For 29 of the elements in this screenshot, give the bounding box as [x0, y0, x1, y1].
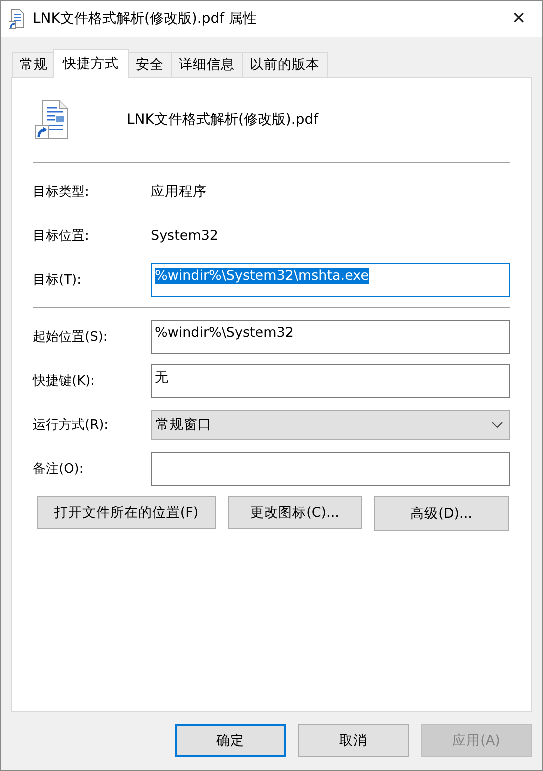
chevron-down-icon: [492, 422, 503, 428]
target-field[interactable]: %windir%\System32\mshta.exe: [151, 263, 510, 297]
document-shortcut-icon: [35, 100, 69, 140]
dialog-button[interactable]: 取消: [298, 724, 409, 757]
field-label: 快捷键(K):: [33, 373, 96, 390]
field-label: 备注(O):: [33, 461, 85, 478]
field-value: %windir%\System32\mshta.exe: [155, 268, 370, 284]
field-label: 运行方式(R):: [33, 417, 110, 434]
action-button[interactable]: 更改图标(C)...: [228, 496, 362, 529]
property-label: 目标类型:: [33, 184, 90, 201]
dropdown[interactable]: 常规窗口: [151, 410, 510, 440]
action-button[interactable]: 打开文件所在的位置(F): [37, 496, 216, 529]
document-shortcut-icon: [9, 9, 25, 29]
field-label: 起始位置(S):: [33, 329, 109, 346]
field-label: 目标(T):: [33, 272, 82, 289]
property-value: 应用程序: [151, 183, 207, 201]
tab[interactable]: 以前的版本: [242, 52, 328, 77]
window-title: LNK文件格式解析(修改版).pdf 属性: [33, 10, 258, 28]
property-label: 目标位置:: [33, 228, 90, 245]
action-button[interactable]: 高级(D)...: [374, 496, 509, 531]
close-button[interactable]: ✕: [496, 1, 542, 37]
property-value: System32: [151, 228, 219, 244]
input-field[interactable]: 无: [151, 364, 510, 398]
input-field[interactable]: %windir%\System32: [151, 320, 510, 354]
dialog-button[interactable]: 确定: [175, 724, 286, 757]
tab[interactable]: 快捷方式: [53, 49, 129, 78]
input-field[interactable]: [151, 452, 510, 486]
tab[interactable]: 常规: [12, 52, 56, 77]
file-name: LNK文件格式解析(修改版).pdf: [127, 111, 319, 129]
